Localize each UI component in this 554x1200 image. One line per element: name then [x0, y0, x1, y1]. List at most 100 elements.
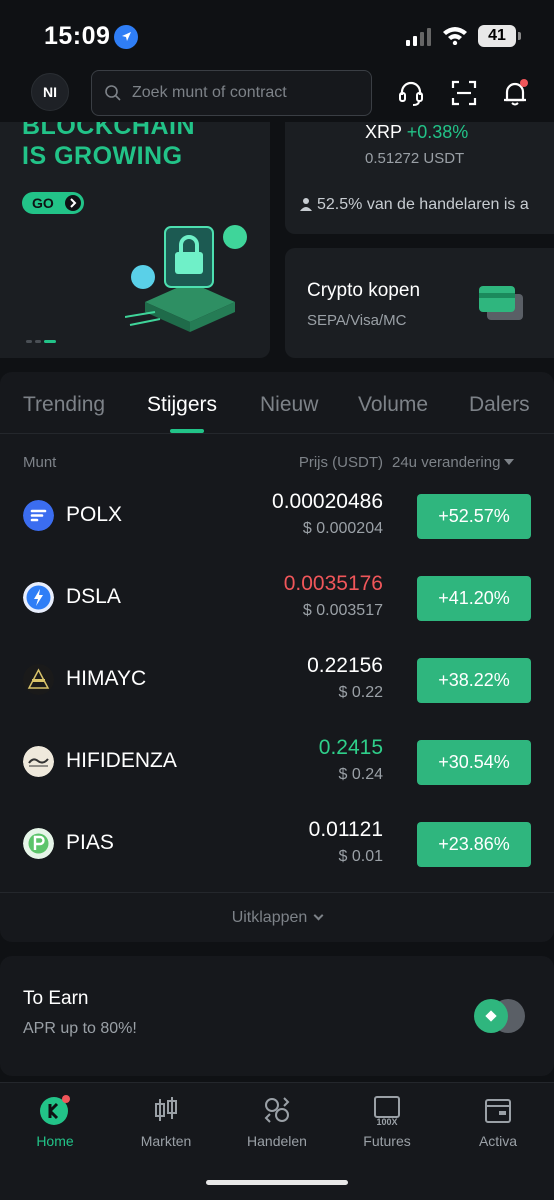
promo-banner[interactable]: BLOCKCHAIN IS GROWING GO — [0, 122, 270, 358]
coin-usd-price: $ 0.000204 — [302, 520, 383, 537]
dsla-logo-icon — [23, 582, 54, 613]
home-indicator — [206, 1180, 348, 1185]
wifi-icon — [443, 27, 467, 45]
go-button[interactable]: GO — [22, 192, 84, 214]
bell-icon[interactable] — [500, 78, 530, 108]
go-label: GO — [32, 195, 54, 211]
security-lock-illustration — [125, 225, 247, 332]
coin-price: 0.0035176 — [283, 572, 383, 595]
col-header-change-label: 24u verandering — [392, 454, 501, 471]
tab-dalers[interactable]: Dalers — [469, 393, 530, 417]
table-row[interactable]: POLX 0.00020486 $ 0.000204 +52.57% — [0, 474, 554, 556]
change-badge[interactable]: +52.57% — [417, 494, 531, 539]
coin-price: 0.00020486 — [272, 490, 383, 513]
nav-handelen[interactable]: Handelen — [232, 1093, 322, 1149]
coin-name: HIMAYC — [66, 667, 147, 690]
himayc-logo-icon — [23, 664, 54, 695]
market-tabs: Trending Stijgers Nieuw Volume Dalers — [0, 372, 554, 434]
hifidenza-logo-icon — [23, 746, 54, 777]
banner-title: IS GROWING — [22, 142, 183, 170]
coin-usd-price: $ 0.003517 — [302, 602, 383, 619]
nav-handelen-label: Handelen — [247, 1133, 307, 1149]
coin-name: PIAS — [66, 831, 114, 854]
nav-futures-label: Futures — [363, 1133, 411, 1149]
kucoin-home-icon — [40, 1095, 70, 1125]
coin-price: 0.01121 — [308, 818, 383, 841]
expand-button[interactable]: Uitklappen — [0, 892, 554, 942]
sort-caret-icon — [504, 459, 515, 465]
tab-trending[interactable]: Trending — [23, 393, 105, 417]
market-panel: Trending Stijgers Nieuw Volume Dalers Mu… — [0, 372, 554, 942]
table-row[interactable]: HIFIDENZA 0.2415 $ 0.24 +30.54% — [0, 720, 554, 802]
active-tab-indicator — [170, 429, 204, 433]
xrp-symbol: XRP — [365, 122, 402, 142]
nav-futures[interactable]: 100X Futures — [342, 1093, 432, 1149]
buy-crypto-title: Crypto kopen — [307, 280, 421, 301]
coin-name: DSLA — [66, 585, 121, 608]
col-header-coin: Munt — [23, 454, 57, 471]
coin-usd-price: $ 0.01 — [338, 848, 383, 865]
nav-activa-label: Activa — [478, 1133, 518, 1149]
coin-name: HIFIDENZA — [66, 749, 177, 772]
pias-logo-icon — [23, 828, 54, 859]
coin-usd-price: $ 0.22 — [338, 684, 383, 701]
wallet-icon — [485, 1099, 511, 1123]
xrp-ticker-card[interactable]: XRP +0.38% 0.51272 USDT 52.5% van de han… — [285, 122, 554, 234]
nav-markten[interactable]: Markten — [121, 1093, 211, 1149]
scan-icon[interactable] — [449, 78, 479, 108]
coin-usd-price: $ 0.24 — [338, 766, 383, 783]
table-row[interactable]: DSLA 0.0035176 $ 0.003517 +41.20% — [0, 556, 554, 638]
coin-price: 0.2415 — [318, 736, 383, 759]
polx-logo-icon — [23, 500, 54, 531]
sentiment-text: 52.5% van de handelaren is a — [317, 196, 529, 213]
location-arrow-icon — [114, 25, 138, 49]
chevron-down-icon — [313, 910, 324, 921]
avatar[interactable]: NI — [31, 73, 69, 111]
search-icon — [105, 85, 121, 101]
buy-crypto-card[interactable]: Crypto kopen SEPA/Visa/MC — [285, 248, 554, 358]
earn-card[interactable]: To Earn APR up to 80%! — [0, 956, 554, 1076]
earn-title: To Earn — [23, 988, 89, 1009]
change-badge[interactable]: +23.86% — [417, 822, 531, 867]
app-header: NI — [0, 66, 554, 122]
xrp-price: 0.51272 USDT — [365, 150, 465, 167]
coin-price: 0.22156 — [307, 654, 383, 677]
xrp-change: +0.38% — [406, 122, 469, 142]
status-bar: 15:09 41 — [0, 0, 554, 66]
change-badge[interactable]: +38.22% — [417, 658, 531, 703]
search-input[interactable] — [132, 71, 362, 115]
col-header-change[interactable]: 24u verandering — [392, 454, 515, 471]
signal-icon — [406, 28, 431, 46]
trade-swap-icon — [264, 1097, 290, 1123]
search-bar[interactable] — [91, 70, 372, 116]
nav-home[interactable]: Home — [10, 1093, 100, 1149]
tab-nieuw[interactable]: Nieuw — [260, 393, 318, 417]
col-header-price: Prijs (USDT) — [298, 454, 383, 471]
banner-title-cut: BLOCKCHAIN — [22, 122, 196, 140]
buy-crypto-subtitle: SEPA/Visa/MC — [307, 312, 407, 329]
carousel-dots — [26, 330, 59, 348]
table-row[interactable]: PIAS 0.01121 $ 0.01 +23.86% — [0, 802, 554, 884]
earn-coins-icon — [474, 999, 525, 1033]
expand-label: Uitklappen — [231, 909, 308, 926]
earn-subtitle: APR up to 80%! — [23, 1020, 137, 1037]
coin-name: POLX — [66, 503, 123, 526]
table-row[interactable]: HIMAYC 0.22156 $ 0.22 +38.22% — [0, 638, 554, 720]
nav-activa[interactable]: Activa — [453, 1093, 543, 1149]
nav-home-label: Home — [36, 1133, 74, 1149]
change-badge[interactable]: +30.54% — [417, 740, 531, 785]
candlestick-icon — [155, 1097, 177, 1121]
sentiment-ticker: 52.5% van de handelaren is a — [299, 196, 529, 214]
battery-indicator: 41 — [478, 25, 521, 47]
user-icon — [300, 198, 312, 211]
status-time: 15:09 — [44, 22, 111, 50]
credit-card-icon — [479, 286, 523, 320]
headset-icon[interactable] — [396, 78, 426, 108]
tab-stijgers[interactable]: Stijgers — [147, 393, 217, 417]
nav-markten-label: Markten — [140, 1133, 192, 1149]
tab-volume[interactable]: Volume — [358, 393, 428, 417]
svg-text:100X: 100X — [376, 1117, 397, 1127]
change-badge[interactable]: +41.20% — [417, 576, 531, 621]
arrow-right-icon — [65, 195, 81, 211]
xrp-symbol-line: XRP +0.38% — [365, 122, 468, 143]
